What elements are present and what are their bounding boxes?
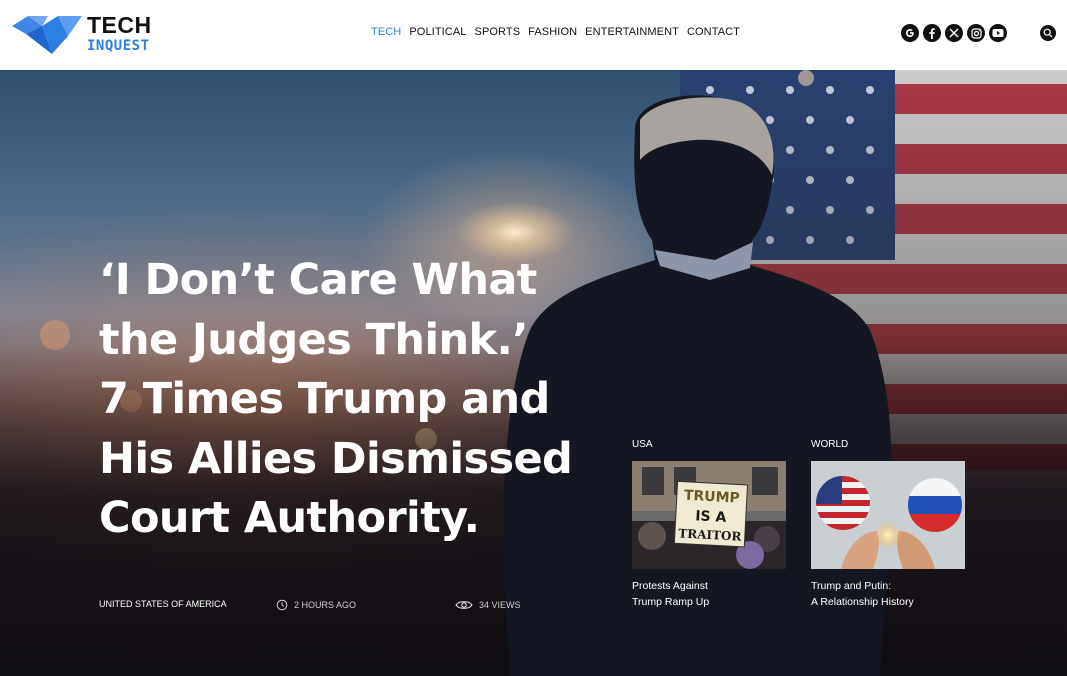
eye-icon (455, 601, 473, 609)
hero-section: ‘I Don’t Care What the Judges Think.’ 7 … (0, 70, 1067, 676)
site-logo[interactable]: TECH INQUEST (12, 12, 157, 56)
nav-item-tech[interactable]: TECH (371, 26, 401, 38)
card-thumbnail-protest[interactable]: TRUMP IS A TRAITOR (632, 461, 786, 569)
card-title[interactable]: Trump and Putin: A Relationship History (811, 579, 965, 610)
headline-line: Court Authority. (99, 493, 480, 543)
nav-item-political[interactable]: POLITICAL (409, 26, 466, 38)
logo-title: TECH (87, 12, 152, 38)
card-thumbnail-flags[interactable] (811, 461, 965, 569)
card-title-line: Protests Against (632, 580, 708, 592)
card-title[interactable]: Protests Against Trump Ramp Up (632, 579, 786, 610)
x-icon[interactable] (945, 24, 963, 42)
meta-location: UNITED STATES OF AMERICA (99, 599, 227, 609)
meta-views: 34 VIEWS (455, 599, 521, 611)
sign-text: TRUMP (684, 488, 741, 507)
main-nav: TECH POLITICAL SPORTS FASHION ENTERTAINM… (371, 26, 740, 38)
headline-line: His Allies Dismissed (99, 433, 573, 484)
facebook-icon[interactable] (923, 24, 941, 42)
instagram-icon[interactable] (967, 24, 985, 42)
bokeh-light (798, 70, 814, 86)
time-label: 2 HOURS AGO (294, 600, 357, 610)
logo-subtitle: INQUEST (87, 38, 150, 54)
hero-headline[interactable]: ‘I Don’t Care What the Judges Think.’ 7 … (99, 251, 599, 549)
site-header: TECH INQUEST TECH POLITICAL SPORTS FASHI… (0, 0, 1067, 70)
news-card-usa[interactable]: USA TRUMP IS A TRAITOR Protests Against … (632, 439, 786, 610)
card-category: WORLD (811, 439, 849, 450)
social-links (901, 24, 1007, 42)
news-card-world[interactable]: WORLD Trump and Putin: A Relationship Hi… (811, 439, 965, 610)
search-button[interactable] (1040, 25, 1056, 41)
logo-mark-icon (12, 16, 82, 54)
card-category: USA (632, 439, 653, 450)
card-title-line: Trump Ramp Up (632, 595, 710, 608)
sign-text: IS A (695, 508, 727, 526)
nav-item-sports[interactable]: SPORTS (475, 26, 521, 38)
headline-line: the Judges Think.’ (99, 314, 529, 365)
nav-item-entertainment[interactable]: ENTERTAINMENT (585, 26, 679, 38)
search-icon (1043, 28, 1053, 38)
card-title-line: A Relationship History (811, 595, 914, 608)
nav-item-fashion[interactable]: FASHION (528, 26, 577, 38)
card-title-line: Trump and Putin: (811, 580, 892, 592)
views-label: 34 VIEWS (479, 600, 521, 610)
google-icon[interactable] (901, 24, 919, 42)
meta-time: 2 HOURS AGO (276, 599, 356, 611)
nav-item-contact[interactable]: CONTACT (687, 26, 740, 38)
headline-line: 7 Times Trump and (99, 374, 550, 424)
youtube-icon[interactable] (989, 24, 1007, 42)
location-label: UNITED STATES OF AMERICA (99, 599, 227, 609)
clock-icon (276, 599, 288, 611)
headline-line: ‘I Don’t Care What (99, 255, 537, 305)
